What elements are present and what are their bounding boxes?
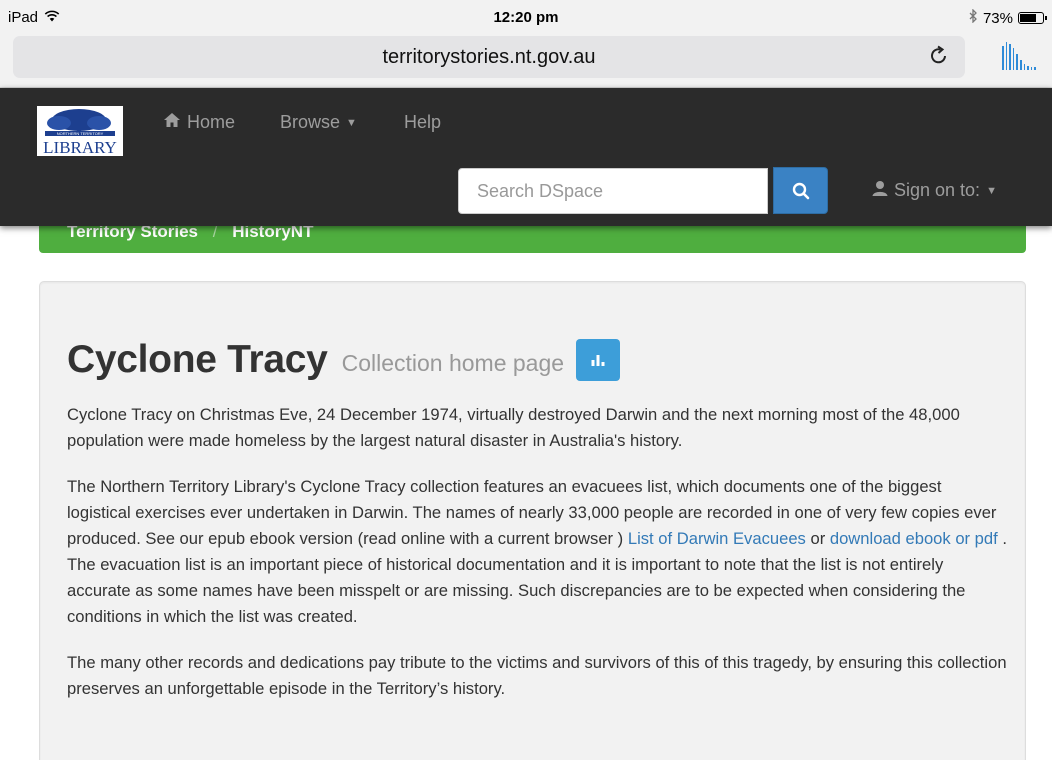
logo-text: LIBRARY	[43, 138, 117, 156]
description-paragraph-3: The many other records and dedications p…	[67, 653, 1007, 698]
description-paragraph-2: The Northern Territory Library's Cyclone…	[67, 474, 1007, 630]
search-input[interactable]	[458, 168, 768, 214]
browser-toolbar: territorystories.nt.gov.au	[0, 32, 1052, 88]
nav-home[interactable]: Home	[163, 112, 235, 133]
home-icon	[163, 112, 181, 133]
audio-wave-icon[interactable]	[1002, 42, 1036, 70]
caret-down-icon: ▼	[986, 184, 997, 197]
statistics-button[interactable]	[576, 339, 621, 381]
bar-chart-icon	[591, 355, 605, 366]
search-icon	[792, 182, 809, 199]
darwin-evacuees-link[interactable]: List of Darwin Evacuees	[628, 529, 806, 548]
or-text: or	[805, 529, 830, 548]
reload-icon[interactable]	[929, 44, 949, 72]
download-ebook-link[interactable]: download ebook or pdf	[830, 529, 998, 548]
bluetooth-icon	[968, 8, 978, 27]
user-icon	[872, 180, 888, 201]
battery-percent: 73%	[982, 9, 1013, 27]
sign-on-label: Sign on to:	[894, 180, 981, 200]
nav-home-label: Home	[187, 112, 236, 132]
nav-help-label: Help	[404, 112, 442, 132]
nav-browse-label: Browse	[280, 112, 341, 132]
title-row: Cyclone Tracy Collection home page	[67, 338, 621, 382]
address-bar[interactable]: territorystories.nt.gov.au	[13, 36, 965, 78]
battery-icon	[1018, 12, 1047, 24]
logo-tagline: NORTHERN TERRITORY	[57, 131, 104, 136]
url-text[interactable]: territorystories.nt.gov.au	[13, 46, 965, 69]
page-title: Cyclone Tracy	[67, 338, 328, 381]
page-subtitle: Collection home page	[341, 349, 565, 376]
description-paragraph-1: Cyclone Tracy on Christmas Eve, 24 Decem…	[67, 405, 960, 450]
status-right: 73%	[968, 8, 1047, 27]
status-bar: iPad 12:20 pm 73%	[0, 0, 1052, 32]
battery-level	[1020, 14, 1037, 22]
site-navbar: NORTHERN TERRITORY LIBRARY Home Browse ▼…	[0, 88, 1052, 226]
nav-browse-dropdown[interactable]: Browse ▼	[280, 112, 357, 133]
sign-on-dropdown[interactable]: Sign on to: ▼	[872, 180, 997, 201]
search-button[interactable]	[773, 167, 828, 214]
library-logo[interactable]: NORTHERN TERRITORY LIBRARY	[37, 106, 123, 156]
caret-down-icon: ▼	[346, 116, 357, 129]
status-time: 12:20 pm	[493, 9, 559, 26]
nav-help[interactable]: Help	[404, 112, 441, 133]
collection-description: Cyclone Tracy on Christmas Eve, 24 Decem…	[67, 402, 1007, 722]
collection-panel: Cyclone Tracy Collection home page Cyclo…	[39, 281, 1026, 760]
